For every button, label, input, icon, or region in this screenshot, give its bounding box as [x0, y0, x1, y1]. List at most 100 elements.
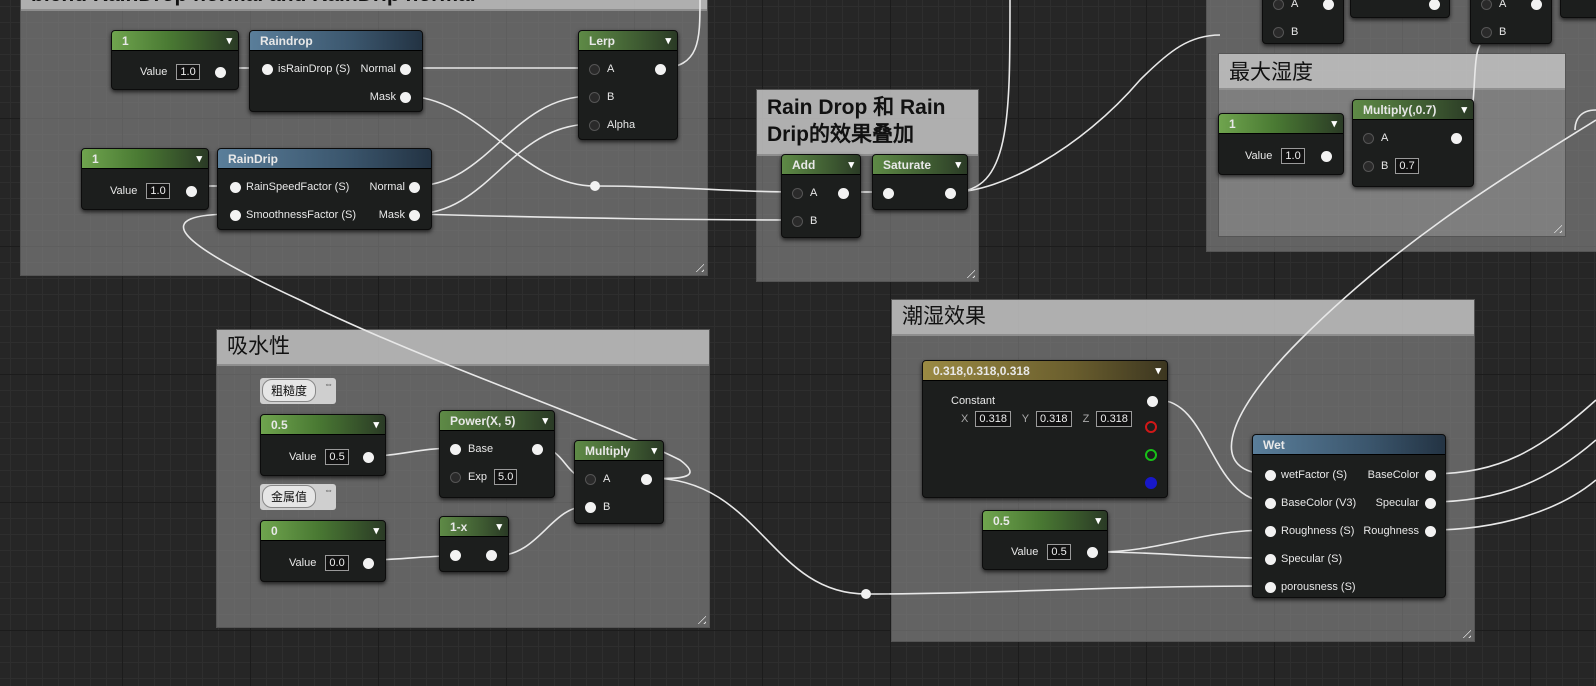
node-header[interactable]: Add ▾: [782, 155, 860, 175]
output-pin[interactable]: [1425, 470, 1436, 481]
partial-node-b[interactable]: A B: [1470, 0, 1552, 44]
output-pin[interactable]: [400, 64, 411, 75]
scalar-node-0[interactable]: 0 ▾ Value 0.0: [260, 520, 386, 582]
input-pin[interactable]: [589, 92, 600, 103]
partial-node-c[interactable]: [1560, 0, 1596, 18]
output-pin[interactable]: [363, 558, 374, 569]
chevron-down-icon[interactable]: ▾: [955, 155, 961, 175]
value-field[interactable]: 1.0: [146, 183, 170, 199]
chevron-down-icon[interactable]: ▾: [1331, 114, 1337, 134]
node-header[interactable]: RainDrip: [218, 149, 431, 169]
node-header[interactable]: 0.5 ▾: [261, 415, 385, 435]
pin-icon[interactable]: ⇔: [324, 485, 333, 495]
scalar-node-1a[interactable]: 1 ▾ Value 1.0: [111, 30, 239, 90]
input-pin[interactable]: [792, 216, 803, 227]
input-pin[interactable]: [883, 188, 894, 199]
node-header[interactable]: 1-x ▾: [440, 517, 508, 537]
output-pin[interactable]: [363, 452, 374, 463]
chevron-down-icon[interactable]: ▾: [1095, 511, 1101, 531]
z-field[interactable]: 0.318: [1096, 411, 1132, 427]
value-field[interactable]: 0.7: [1395, 158, 1419, 174]
output-pin[interactable]: [1429, 0, 1440, 10]
chevron-down-icon[interactable]: ▾: [651, 441, 657, 461]
scalar-node-05b[interactable]: 0.5 ▾ Value 0.5: [982, 510, 1108, 570]
output-pin[interactable]: [1531, 0, 1542, 10]
node-header[interactable]: 0.5 ▾: [983, 511, 1107, 531]
node-header[interactable]: Multiply ▾: [575, 441, 663, 461]
output-pin[interactable]: [945, 188, 956, 199]
chevron-down-icon[interactable]: ▾: [1155, 361, 1161, 381]
input-pin[interactable]: [1273, 27, 1284, 38]
input-pin[interactable]: [589, 64, 600, 75]
scalar-node-1c[interactable]: 1 ▾ Value 1.0: [1218, 113, 1344, 175]
pin-icon[interactable]: ⇔: [324, 379, 333, 389]
output-pin[interactable]: [400, 92, 411, 103]
chevron-down-icon[interactable]: ▾: [1461, 100, 1467, 120]
comment-bubble[interactable]: 粗糙度 ⇔: [260, 378, 336, 404]
input-pin[interactable]: [1273, 0, 1284, 10]
input-pin[interactable]: [585, 502, 596, 513]
input-pin[interactable]: [1265, 498, 1276, 509]
input-pin[interactable]: [1481, 27, 1492, 38]
chevron-down-icon[interactable]: ▾: [373, 521, 379, 541]
multiply07-node[interactable]: Multiply(,0.7) ▾ A B 0.7: [1352, 99, 1474, 187]
input-pin[interactable]: [450, 444, 461, 455]
node-header[interactable]: 0.318,0.318,0.318 ▾: [923, 361, 1167, 381]
node-header[interactable]: Lerp ▾: [579, 31, 677, 51]
lerp-node[interactable]: Lerp ▾ A B Alpha: [578, 30, 678, 140]
node-header[interactable]: 1 ▾: [82, 149, 208, 169]
chevron-down-icon[interactable]: ▾: [226, 31, 232, 51]
input-pin[interactable]: [1265, 470, 1276, 481]
comment-bubble[interactable]: 金属值 ⇔: [260, 484, 336, 510]
node-header[interactable]: Raindrop: [250, 31, 422, 51]
output-pin[interactable]: [486, 550, 497, 561]
output-pin[interactable]: [409, 182, 420, 193]
chevron-down-icon[interactable]: ▾: [542, 411, 548, 431]
value-field[interactable]: 1.0: [1281, 148, 1305, 164]
value-field[interactable]: 0.5: [325, 449, 349, 465]
input-pin[interactable]: [1363, 161, 1374, 172]
output-pin[interactable]: [186, 186, 197, 197]
wet-node[interactable]: Wet wetFactor (S) BaseColor BaseColor (V…: [1252, 434, 1446, 598]
chevron-down-icon[interactable]: ▾: [848, 155, 854, 175]
input-pin[interactable]: [450, 472, 461, 483]
red-channel-pin[interactable]: [1145, 421, 1157, 433]
input-pin[interactable]: [1265, 554, 1276, 565]
add-node[interactable]: Add ▾ A B: [781, 154, 861, 238]
input-pin[interactable]: [230, 210, 241, 221]
input-pin[interactable]: [589, 120, 600, 131]
y-field[interactable]: 0.318: [1036, 411, 1072, 427]
vector3-constant-node[interactable]: 0.318,0.318,0.318 ▾ Constant X 0.318 Y 0…: [922, 360, 1168, 498]
output-pin[interactable]: [655, 64, 666, 75]
multiply-node[interactable]: Multiply ▾ A B: [574, 440, 664, 524]
value-field[interactable]: 0.5: [1047, 544, 1071, 560]
value-field[interactable]: 0.0: [325, 555, 349, 571]
green-channel-pin[interactable]: [1145, 449, 1157, 461]
input-pin[interactable]: [585, 474, 596, 485]
output-pin[interactable]: [1087, 547, 1098, 558]
value-field[interactable]: 1.0: [176, 64, 200, 80]
scalar-node-1b[interactable]: 1 ▾ Value 1.0: [81, 148, 209, 210]
chevron-down-icon[interactable]: ▾: [496, 517, 502, 537]
output-pin[interactable]: [1323, 0, 1334, 10]
output-pin[interactable]: [1147, 396, 1158, 407]
node-header[interactable]: Saturate ▾: [873, 155, 967, 175]
output-pin[interactable]: [641, 474, 652, 485]
power-node[interactable]: Power(X, 5) ▾ Base Exp 5.0: [439, 410, 555, 498]
output-pin[interactable]: [532, 444, 543, 455]
node-header[interactable]: 1 ▾: [112, 31, 238, 51]
node-header[interactable]: Wet: [1253, 435, 1445, 455]
chevron-down-icon[interactable]: ▾: [196, 149, 202, 169]
output-pin[interactable]: [1451, 133, 1462, 144]
node-header[interactable]: Power(X, 5) ▾: [440, 411, 554, 431]
output-pin[interactable]: [215, 67, 226, 78]
input-pin[interactable]: [1265, 526, 1276, 537]
input-pin[interactable]: [230, 182, 241, 193]
input-pin[interactable]: [1481, 0, 1492, 10]
input-pin[interactable]: [792, 188, 803, 199]
node-header[interactable]: 1 ▾: [1219, 114, 1343, 134]
x-field[interactable]: 0.318: [975, 411, 1011, 427]
raindrop-node[interactable]: Raindrop isRainDrop (S) Normal Mask: [249, 30, 423, 112]
node-header[interactable]: Multiply(,0.7) ▾: [1353, 100, 1473, 120]
output-pin[interactable]: [409, 210, 420, 221]
